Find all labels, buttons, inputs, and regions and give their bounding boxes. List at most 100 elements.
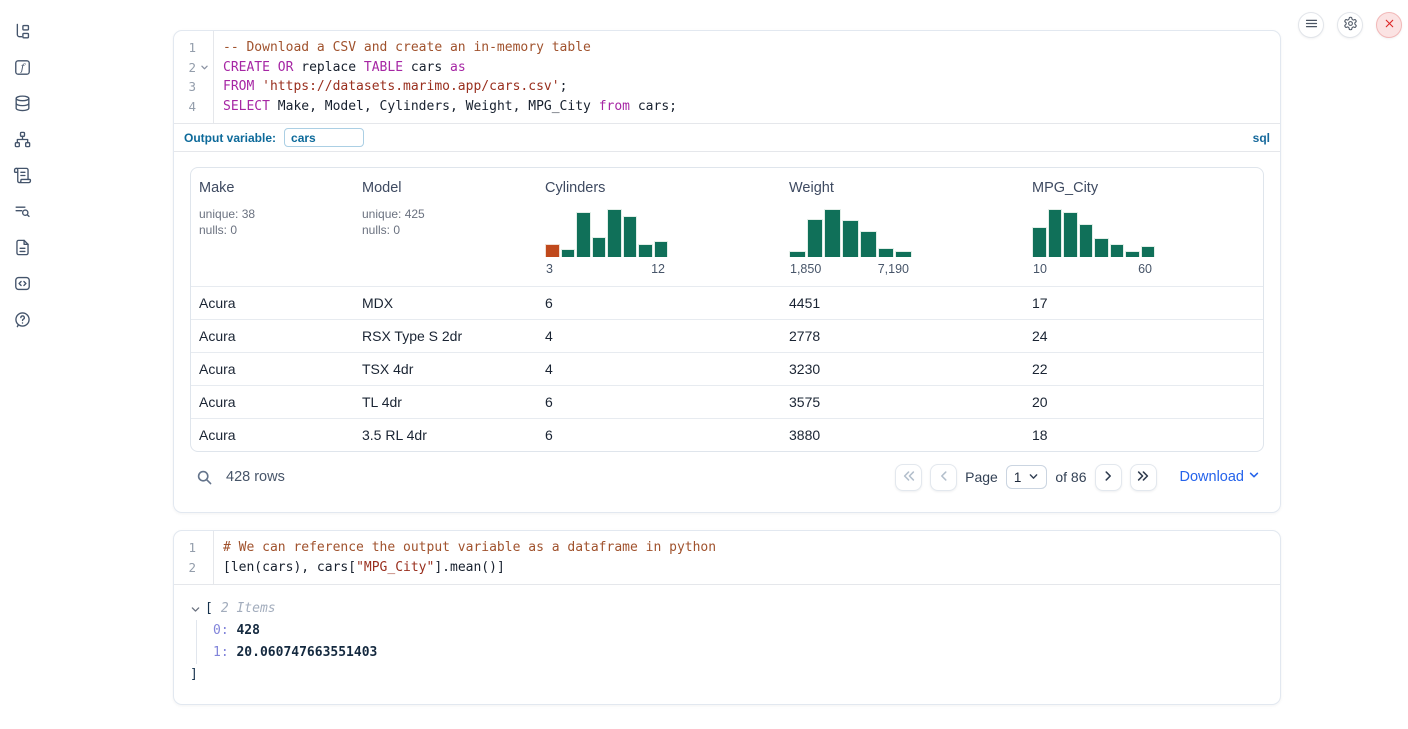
sidebar-item-scratchpad[interactable] xyxy=(9,164,35,190)
table-cell: 3.5 RL 4dr xyxy=(354,427,537,443)
table-cell: TSX 4dr xyxy=(354,361,537,377)
collapse-chevron-icon[interactable] xyxy=(190,604,205,615)
histogram-bar xyxy=(638,244,653,257)
fold-chevron-icon[interactable] xyxy=(196,58,212,78)
pagination: Page 1 of 86 Download xyxy=(895,464,1264,491)
tree-entry-value: 428 xyxy=(236,623,259,638)
histogram-range-labels: 10 60 xyxy=(1032,262,1155,276)
sql-code-editor[interactable]: 1234-- Download a CSV and create an in-m… xyxy=(174,31,1280,123)
first-page-button[interactable] xyxy=(895,464,922,491)
histogram-bar xyxy=(807,219,824,257)
column-header-cylinders[interactable]: Cylinders312 xyxy=(537,180,781,276)
column-stat: nulls: 0 xyxy=(362,222,529,238)
histogram-bar xyxy=(607,209,622,257)
next-page-button[interactable] xyxy=(1095,464,1122,491)
tree-entry: 1: 20.060747663551403 xyxy=(213,642,1264,664)
line-number-gutter: 1234 xyxy=(174,31,214,123)
table-row[interactable]: AcuraRSX Type S 2dr4277824 xyxy=(191,319,1263,352)
tree-entry-key: 0: xyxy=(213,623,229,638)
histogram-bar xyxy=(1079,224,1094,257)
table-cell: 6 xyxy=(537,295,781,311)
code-line: CREATE OR replace TABLE cars as xyxy=(223,58,1280,78)
code-token: CREATE xyxy=(223,60,270,75)
notebook: 1234-- Download a CSV and create an in-m… xyxy=(173,0,1281,705)
table-row[interactable]: Acura3.5 RL 4dr6388018 xyxy=(191,418,1263,451)
table-row[interactable]: AcuraTL 4dr6357520 xyxy=(191,385,1263,418)
page-total-label: of 86 xyxy=(1055,469,1086,485)
last-page-button[interactable] xyxy=(1130,464,1157,491)
table-cell: 2778 xyxy=(781,328,1024,344)
histogram-min-label: 10 xyxy=(1033,262,1047,276)
line-number: 1 xyxy=(174,38,196,58)
chevron-down-icon xyxy=(1028,470,1039,485)
code-token xyxy=(254,79,262,94)
histogram-bar xyxy=(545,244,560,257)
table-cell: Acura xyxy=(191,394,354,410)
close-bracket: ] xyxy=(190,664,1264,686)
table-cell: 4451 xyxy=(781,295,1024,311)
sidebar: f xyxy=(0,0,44,729)
help-icon xyxy=(13,310,32,332)
column-header-weight[interactable]: Weight1,8507,190 xyxy=(781,180,1024,276)
histogram-range-labels: 1,8507,190 xyxy=(789,262,912,276)
output-variable-label: Output variable: xyxy=(184,131,276,145)
histogram-bar xyxy=(1094,238,1109,257)
shutdown-button[interactable] xyxy=(1376,12,1402,38)
code-line: [len(cars), cars["MPG_City"].mean()] xyxy=(223,558,1280,578)
sidebar-item-variables[interactable]: f xyxy=(9,56,35,82)
sidebar-item-snippets[interactable] xyxy=(9,272,35,298)
sidebar-item-logs[interactable] xyxy=(9,200,35,226)
histogram-max-label: 60 xyxy=(1138,262,1152,276)
code-token: FROM xyxy=(223,79,254,94)
fold-spacer xyxy=(196,538,212,558)
data-table: Makeunique: 38nulls: 0Modelunique: 425nu… xyxy=(190,167,1264,452)
logs-icon xyxy=(13,202,32,224)
close-icon xyxy=(1383,17,1396,33)
menu-button[interactable] xyxy=(1298,12,1324,38)
histogram-max-label: 7,190 xyxy=(878,262,909,276)
settings-button[interactable] xyxy=(1337,12,1363,38)
fold-spacer xyxy=(196,38,212,58)
download-button[interactable]: Download xyxy=(1180,469,1261,485)
column-header-model[interactable]: Modelunique: 425nulls: 0 xyxy=(354,180,537,276)
line-number: 4 xyxy=(174,97,196,117)
code-token: Make, Model, Cylinders, Weight, MPG_City xyxy=(270,99,599,114)
code-token: "MPG_City" xyxy=(356,560,434,575)
output-variable-input[interactable] xyxy=(284,128,364,147)
code-token: from xyxy=(599,99,630,114)
histogram-max-label: 12 xyxy=(651,262,665,276)
download-label: Download xyxy=(1180,469,1245,485)
sql-cell: 1234-- Download a CSV and create an in-m… xyxy=(173,30,1281,513)
sql-cell-footer: Output variable: sql xyxy=(174,124,1280,151)
sidebar-item-dependency-graph[interactable] xyxy=(9,128,35,154)
data-sources-icon xyxy=(13,94,32,116)
column-header-make[interactable]: Makeunique: 38nulls: 0 xyxy=(191,180,354,276)
table-row[interactable]: AcuraTSX 4dr4323022 xyxy=(191,352,1263,385)
python-code-editor[interactable]: 12# We can reference the output variable… xyxy=(174,531,1280,584)
dependency-graph-icon xyxy=(13,130,32,152)
column-stat: unique: 38 xyxy=(199,206,346,222)
column-header-mpg_city[interactable]: MPG_City1060 xyxy=(1024,180,1263,276)
column-name: Cylinders xyxy=(545,180,773,196)
search-icon[interactable] xyxy=(196,469,213,486)
table-cell: 18 xyxy=(1024,427,1263,443)
table-cell: 17 xyxy=(1024,295,1263,311)
histogram-bar xyxy=(1032,227,1047,257)
table-header: Makeunique: 38nulls: 0Modelunique: 425nu… xyxy=(191,168,1263,286)
column-histogram xyxy=(789,209,912,257)
sidebar-item-file-explorer[interactable] xyxy=(9,20,35,46)
column-stat: nulls: 0 xyxy=(199,222,346,238)
python-cell: 12# We can reference the output variable… xyxy=(173,530,1281,705)
prev-page-button[interactable] xyxy=(930,464,957,491)
chevron-down-icon xyxy=(1248,469,1260,485)
sidebar-item-help[interactable] xyxy=(9,308,35,334)
table-row[interactable]: AcuraMDX6445117 xyxy=(191,286,1263,319)
histogram-bar xyxy=(789,251,806,257)
line-number: 3 xyxy=(174,77,196,97)
python-output-tree: [ 2 Items 0: 4281: 20.060747663551403 ] xyxy=(174,585,1280,704)
sidebar-item-documentation[interactable] xyxy=(9,236,35,262)
table-cell: Acura xyxy=(191,427,354,443)
page-select[interactable]: 1 xyxy=(1006,465,1048,489)
sidebar-item-data-sources[interactable] xyxy=(9,92,35,118)
table-cell: Acura xyxy=(191,361,354,377)
